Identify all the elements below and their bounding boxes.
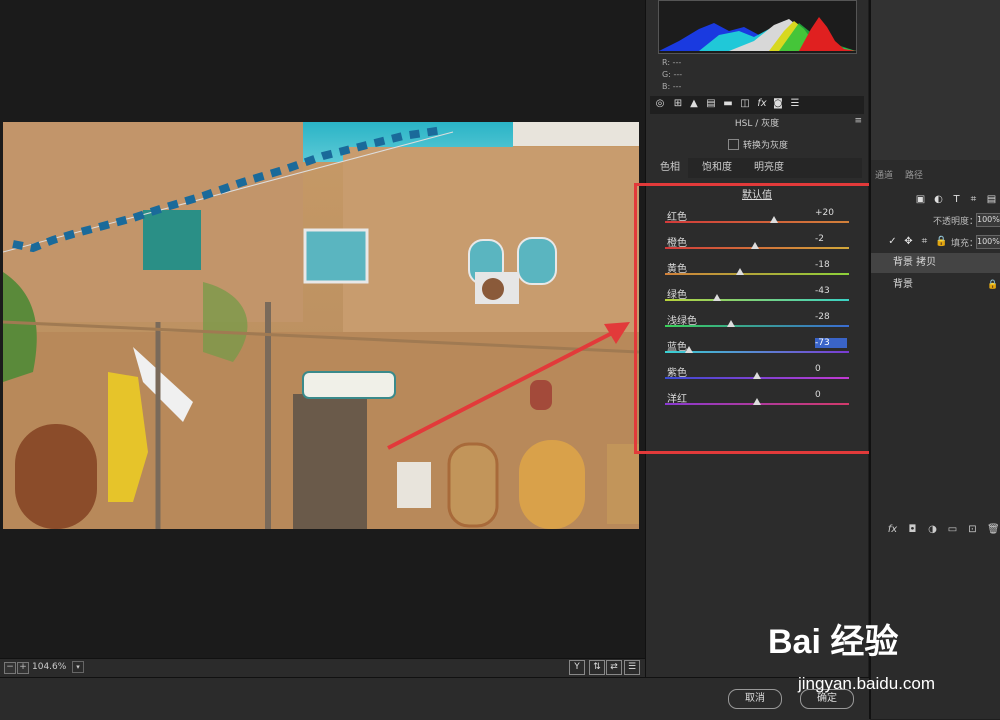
mask-icon[interactable]: ◘ (907, 524, 918, 535)
panel-title: HSL / 灰度 (734, 119, 780, 129)
panel-tool-row: ◎ ⊞ ▲ ▤ ▬ ◫ fx ◙ ☰ (650, 96, 864, 114)
readout-g: G: --- (662, 70, 683, 79)
lock-icon: 🔒 (987, 280, 999, 290)
detail-icon[interactable]: ▬ (722, 98, 734, 110)
lock-icon[interactable]: 🔒 (935, 236, 947, 247)
circle-half-icon[interactable]: ◐ (933, 194, 944, 205)
layer-name: 背景 拷贝 (893, 257, 937, 268)
opacity-input[interactable]: 100% (976, 213, 1000, 227)
image-icon[interactable]: ▣ (915, 194, 926, 205)
fx-icon[interactable]: fx (887, 524, 898, 535)
tab-channels[interactable]: 通道 (875, 168, 893, 181)
layers-panel: 通道 路径 ▣ ◐ T ⌗ ▤ 不透明度： 100% ✓ ✥ ⌗ 🔒 填充： 1… (869, 0, 1000, 719)
layer-row[interactable]: 背景 🔒 (871, 275, 1000, 295)
folder-icon[interactable]: ▭ (947, 524, 958, 535)
brush-icon[interactable]: ✓ (887, 236, 898, 247)
tab-paths[interactable]: 路径 (905, 168, 923, 181)
zoom-level: 104.6% (32, 662, 67, 672)
lens-icon[interactable]: ◫ (739, 98, 751, 110)
zoom-in-button[interactable]: + (17, 662, 29, 674)
swap-settings-button[interactable]: ⇅ (589, 660, 605, 675)
panel-menu-icon[interactable]: ≡ (854, 116, 862, 126)
split-toning-icon[interactable]: ▤ (705, 98, 717, 110)
grayscale-checkbox[interactable] (728, 139, 739, 150)
zoom-out-button[interactable]: − (4, 662, 16, 674)
watermark-brand: Bai 经验 (768, 623, 899, 661)
watermark-url: jingyan.baidu.com (798, 674, 936, 693)
fx-icon[interactable]: fx (756, 98, 768, 110)
chevron-down-icon[interactable]: ▾ (72, 661, 84, 673)
tab-hue[interactable]: 色相 (652, 158, 688, 178)
opacity-label: 不透明度： (933, 217, 979, 227)
histogram (658, 0, 857, 54)
fill-label: 填充： (951, 239, 979, 249)
annotation-arrow (387, 322, 630, 450)
highlight-box (634, 183, 881, 454)
readout-r: R: --- (662, 58, 682, 67)
transform-icon[interactable]: ⌗ (968, 194, 979, 205)
copy-settings-button[interactable]: ⇄ (606, 660, 622, 675)
tab-luminance[interactable]: 明亮度 (744, 158, 794, 178)
aperture-icon[interactable]: ◎ (654, 98, 666, 110)
layer-name: 背景 (893, 279, 913, 290)
move-icon[interactable]: ✥ (903, 236, 914, 247)
baidu-watermark: Bai 经验 jingyan.baidu.com (768, 614, 993, 696)
trash-icon[interactable]: 🗑 (987, 524, 1000, 535)
adjustment-icon[interactable]: ◑ (927, 524, 938, 535)
before-after-toggle-button[interactable]: Y (569, 660, 585, 675)
hsl-tabs: 色相 饱和度 明亮度 (652, 158, 862, 178)
crop-icon[interactable]: ⌗ (919, 236, 930, 247)
smart-object-icon[interactable]: ▤ (986, 194, 997, 205)
layer-row[interactable]: 背景 拷贝 (871, 253, 1000, 273)
tab-saturation[interactable]: 饱和度 (694, 158, 740, 178)
toggle-default-button[interactable]: ☰ (624, 660, 640, 675)
canvas-bottom-bar: − + 104.6% ▾ Y ⇅ ⇄ ☰ (0, 658, 645, 677)
presets-icon[interactable]: ☰ (789, 98, 801, 110)
camera-icon[interactable]: ◙ (772, 98, 784, 110)
mountain-icon[interactable]: ▲ (688, 98, 700, 110)
grayscale-label: 转换为灰度 (743, 141, 789, 151)
new-layer-icon[interactable]: ⊡ (967, 524, 978, 535)
layers-top-area (871, 0, 1000, 160)
dialog-footer: 取消 确定 (0, 677, 870, 720)
readout-b: B: --- (662, 82, 682, 91)
fill-input[interactable]: 100% (976, 235, 1000, 249)
text-icon[interactable]: T (951, 194, 962, 205)
grid-icon[interactable]: ⊞ (672, 98, 684, 110)
